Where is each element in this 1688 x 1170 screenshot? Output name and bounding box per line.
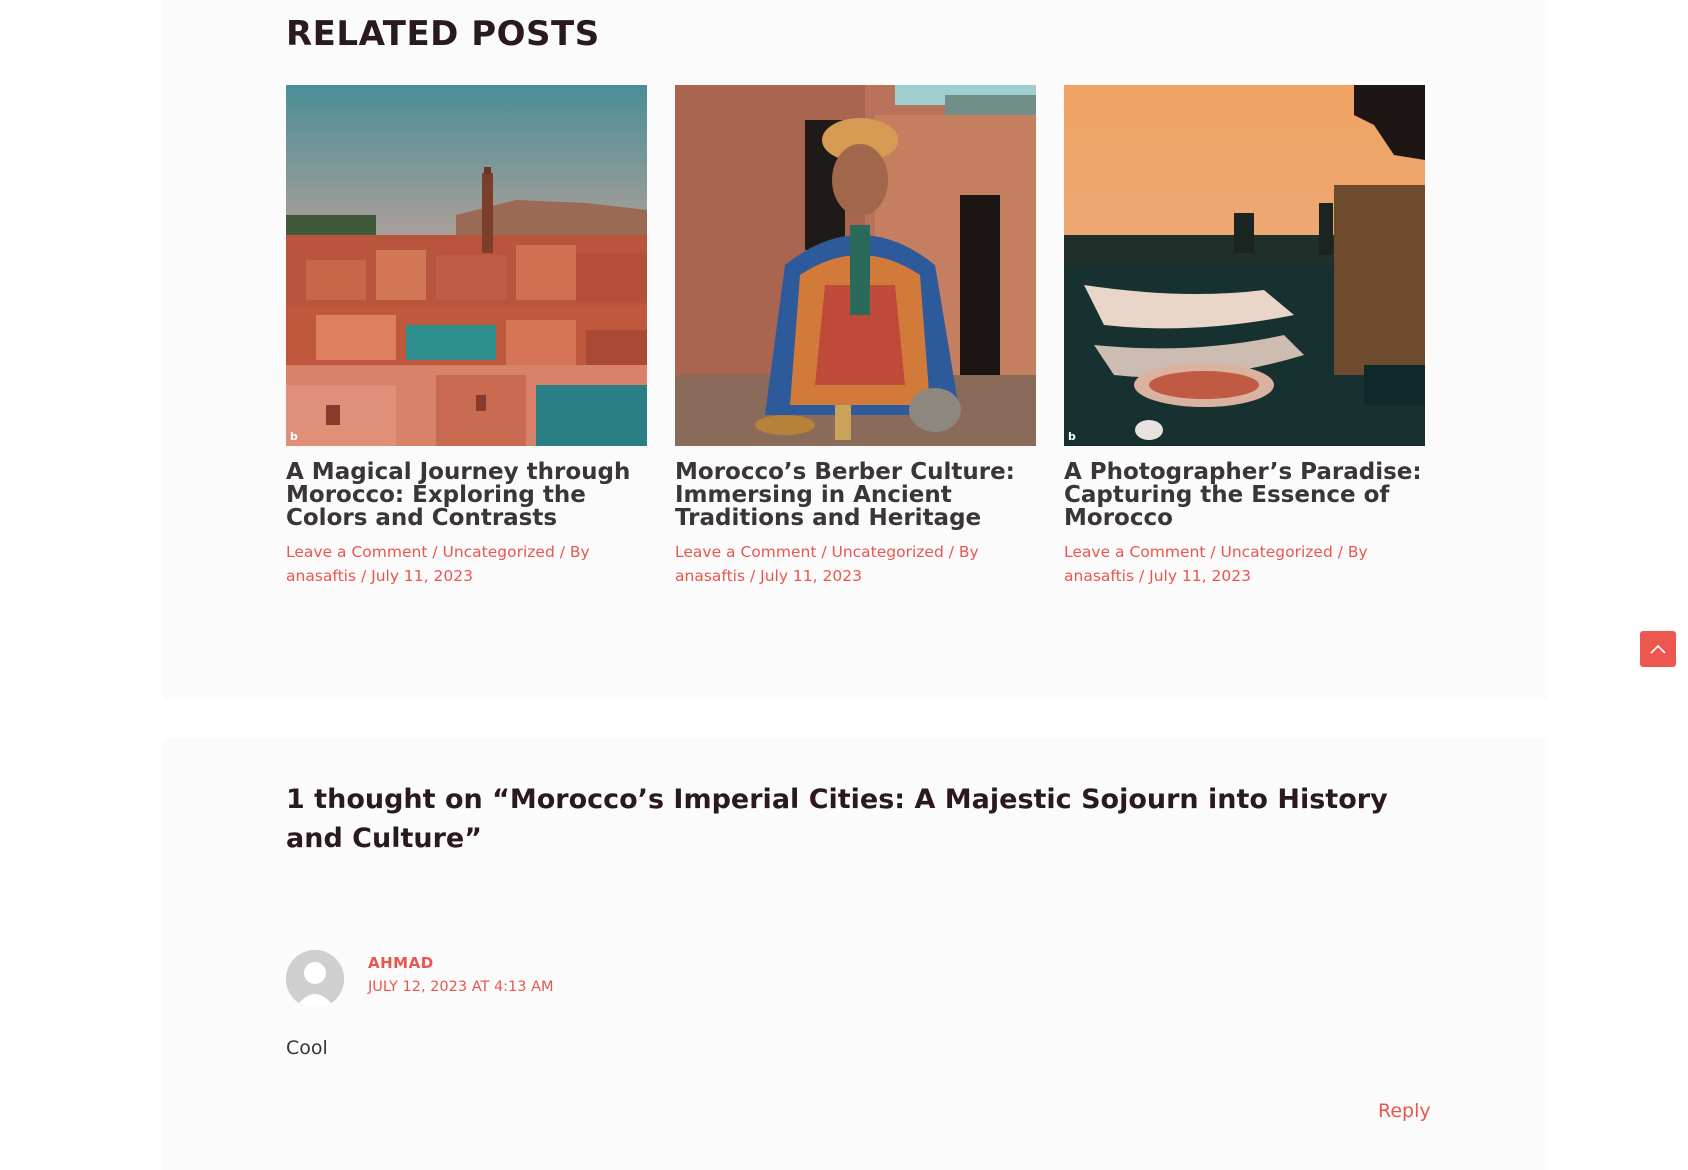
related-post-card: b A Photographer’s Paradise: Capturing t… <box>1064 85 1425 588</box>
category-link[interactable]: Uncategorized <box>831 543 943 561</box>
related-posts-heading: RELATED POSTS <box>286 14 600 54</box>
category-link[interactable]: Uncategorized <box>442 543 554 561</box>
by-label: By <box>1347 543 1368 561</box>
by-label: By <box>958 543 979 561</box>
page: RELATED POSTS b A Magical Journey throug… <box>0 0 1688 1170</box>
leave-comment-link[interactable]: Leave a Comment <box>286 543 427 561</box>
post-date: July 11, 2023 <box>1149 567 1251 585</box>
moroccan-hill-town-image <box>286 85 647 446</box>
related-post-card: Morocco’s Berber Culture: Immersing in A… <box>675 85 1036 588</box>
bing-icon: b <box>1068 430 1076 443</box>
related-post-card: b A Magical Journey through Morocco: Exp… <box>286 85 647 588</box>
category-link[interactable]: Uncategorized <box>1220 543 1332 561</box>
post-thumbnail-link[interactable] <box>675 85 1036 446</box>
avatar <box>286 950 344 1008</box>
scroll-to-top-button[interactable] <box>1640 631 1676 667</box>
post-title[interactable]: A Magical Journey through Morocco: Explo… <box>286 461 647 530</box>
chevron-up-icon <box>1650 644 1666 654</box>
comments-title: 1 thought on “Morocco’s Imperial Cities:… <box>286 784 1388 854</box>
sunset-waterfront-image <box>1064 85 1425 446</box>
post-date: July 11, 2023 <box>371 567 473 585</box>
post-title[interactable]: A Photographer’s Paradise: Capturing the… <box>1064 461 1425 530</box>
author-link[interactable]: anasaftis <box>1064 567 1134 585</box>
user-placeholder-icon <box>286 950 344 1008</box>
post-meta: Leave a Comment / Uncategorized / By ana… <box>675 543 979 585</box>
post-thumbnail-link[interactable]: b <box>1064 85 1425 446</box>
post-thumbnail-link[interactable]: b <box>286 85 647 446</box>
leave-comment-link[interactable]: Leave a Comment <box>1064 543 1205 561</box>
post-meta: Leave a Comment / Uncategorized / By ana… <box>286 543 590 585</box>
by-label: By <box>569 543 590 561</box>
post-title[interactable]: Morocco’s Berber Culture: Immersing in A… <box>675 461 1036 530</box>
post-date: July 11, 2023 <box>760 567 862 585</box>
reply-link[interactable]: Reply <box>1378 1100 1431 1122</box>
comment-author[interactable]: AHMAD <box>368 954 434 972</box>
post-meta: Leave a Comment / Uncategorized / By ana… <box>1064 543 1368 585</box>
leave-comment-link[interactable]: Leave a Comment <box>675 543 816 561</box>
comment-date[interactable]: JULY 12, 2023 AT 4:13 AM <box>368 979 554 995</box>
bing-icon: b <box>290 430 298 443</box>
comment-text: Cool <box>286 1037 328 1059</box>
berber-man-portrait-image <box>675 85 1036 446</box>
author-link[interactable]: anasaftis <box>675 567 745 585</box>
author-link[interactable]: anasaftis <box>286 567 356 585</box>
